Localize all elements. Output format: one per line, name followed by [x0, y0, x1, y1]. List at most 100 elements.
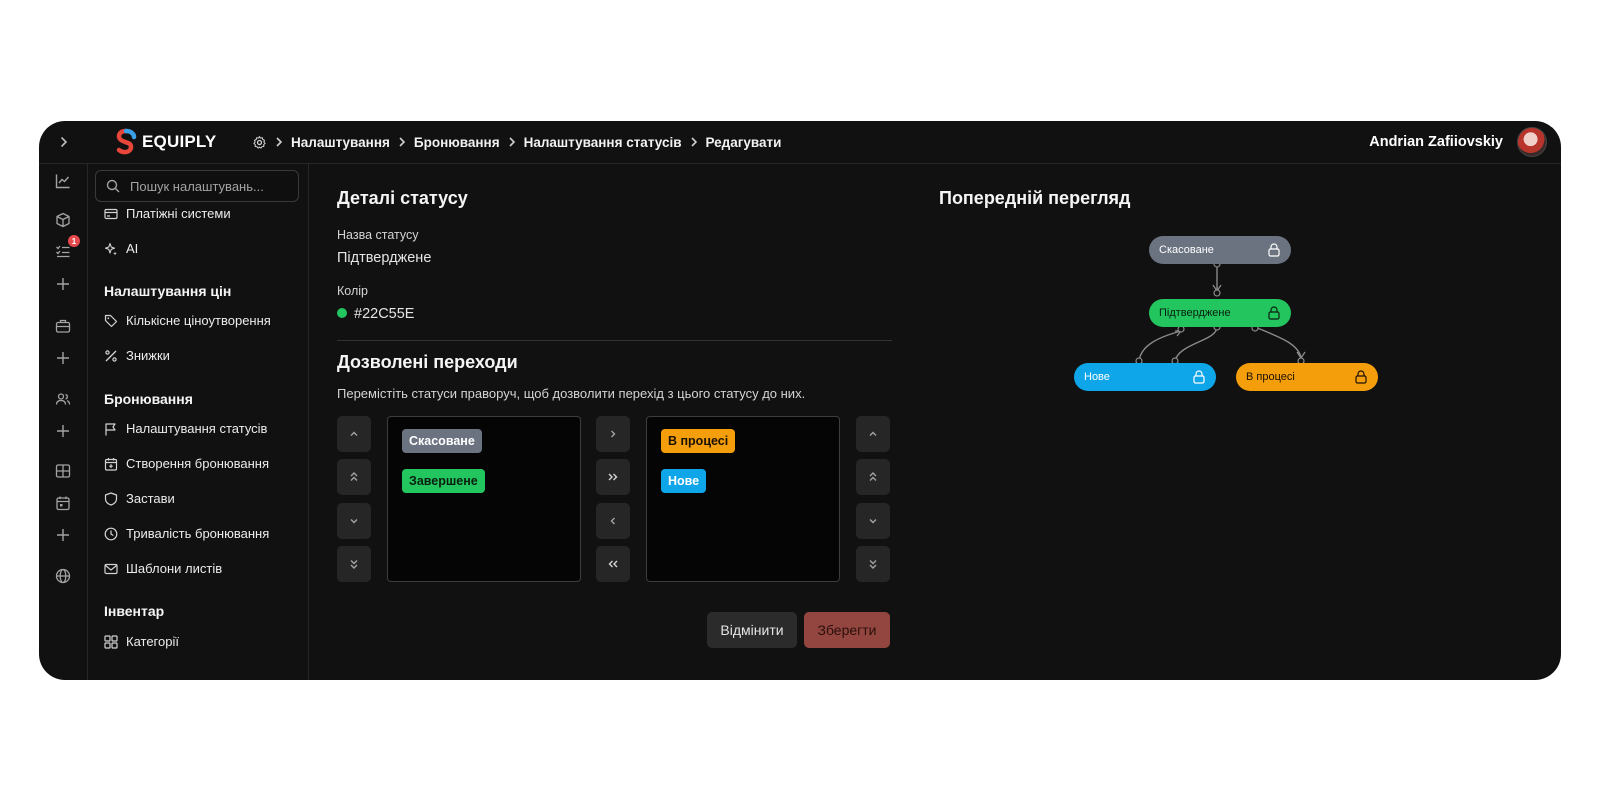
sidebar-group-title: Налаштування цін	[104, 283, 232, 299]
preview-title: Попередній перегляд	[939, 188, 1131, 208]
grid-icon	[104, 634, 118, 649]
plus-icon[interactable]	[52, 273, 74, 295]
sidebar-item-email-templates[interactable]: Шаблони листів	[104, 561, 222, 576]
sidebar-item-label: Знижки	[126, 348, 170, 363]
tasks-icon[interactable]: 1	[52, 235, 80, 262]
expand-sidebar-button[interactable]	[53, 131, 75, 153]
chevrons-right-icon	[608, 473, 618, 481]
sidebar-item-label: Тривалість бронювання	[126, 526, 270, 541]
table-icon[interactable]	[52, 460, 74, 482]
settings-sidebar: Платіжні системи AI Налаштування цін Кіл…	[87, 164, 309, 680]
cancel-button[interactable]: Відмінити	[707, 612, 797, 648]
notification-badge: 1	[68, 235, 80, 247]
breadcrumb-item[interactable]: Налаштування статусів	[524, 135, 682, 150]
gear-icon[interactable]	[252, 135, 267, 150]
chevrons-down-icon	[350, 560, 358, 569]
chevron-right-icon	[690, 136, 698, 148]
chevron-up-icon	[869, 431, 877, 436]
app-window: EQUIPLY Налаштування Бронювання Налаштув…	[39, 121, 1561, 680]
sidebar-item-label: Платіжні системи	[126, 206, 231, 221]
avatar[interactable]	[1517, 127, 1547, 157]
sidebar-item-payment-systems[interactable]: Платіжні системи	[104, 206, 231, 221]
sidebar-item-categories[interactable]: Категорії	[104, 634, 179, 649]
box-icon[interactable]	[52, 209, 74, 231]
percent-icon	[105, 349, 117, 362]
move-right-button[interactable]	[596, 416, 630, 452]
globe-icon[interactable]	[52, 565, 74, 587]
credit-card-icon	[104, 208, 118, 219]
available-statuses-list[interactable]: Скасоване Завершене	[387, 416, 581, 582]
details-title: Деталі статусу	[337, 188, 468, 208]
preview-node: В процесі	[1236, 363, 1378, 391]
chevron-left-icon	[610, 517, 615, 525]
allowed-statuses-list[interactable]: В процесі Нове	[646, 416, 840, 582]
preview-node: Скасоване	[1149, 236, 1291, 264]
user-menu[interactable]: Andrian Zafiiovskiy	[1369, 127, 1547, 157]
breadcrumb-item[interactable]: Налаштування	[291, 135, 390, 150]
transitions-title: Дозволені переходи	[337, 352, 518, 372]
chevrons-down-icon	[869, 560, 877, 569]
move-up-button[interactable]	[856, 416, 890, 452]
search-box[interactable]	[95, 170, 299, 202]
sidebar-item-label: Категорії	[126, 634, 179, 649]
move-left-button[interactable]	[596, 503, 630, 539]
lock-icon	[1193, 370, 1205, 384]
search-input[interactable]	[128, 177, 292, 195]
sidebar-item-quantity-pricing[interactable]: Кількісне ціноутворення	[104, 313, 271, 328]
mail-icon	[104, 563, 118, 574]
breadcrumb-item[interactable]: Бронювання	[414, 135, 500, 150]
move-up-button[interactable]	[337, 416, 371, 452]
flag-icon	[105, 422, 116, 435]
status-chip[interactable]: Скасоване	[402, 429, 482, 453]
status-chip[interactable]: Завершене	[402, 469, 485, 493]
sidebar-item-label: Шаблони листів	[126, 561, 223, 576]
search-icon	[106, 179, 120, 193]
sidebar-item-ai[interactable]: AI	[104, 241, 138, 256]
sidebar-item-status-settings[interactable]: Налаштування статусів	[104, 421, 267, 436]
sidebar-item-create-booking[interactable]: Створення бронювання	[104, 456, 269, 471]
briefcase-icon[interactable]	[52, 315, 74, 337]
color-value: #22C55E	[337, 306, 414, 322]
move-bottom-button[interactable]	[856, 546, 890, 582]
breadcrumb-current: Редагувати	[705, 134, 782, 150]
plus-icon[interactable]	[52, 524, 74, 546]
plus-icon[interactable]	[52, 420, 74, 442]
icon-rail: 1	[39, 164, 88, 680]
sidebar-item-label: Створення бронювання	[126, 456, 270, 471]
chevron-right-icon	[611, 430, 616, 438]
move-top-button[interactable]	[856, 459, 890, 495]
chevron-right-icon	[61, 137, 68, 147]
sidebar-group-title: Бронювання	[104, 391, 193, 407]
sidebar-item-booking-duration[interactable]: Тривалість бронювання	[104, 526, 269, 541]
status-chip[interactable]: Нове	[661, 469, 707, 493]
move-down-button[interactable]	[856, 503, 890, 539]
logo[interactable]: EQUIPLY	[113, 128, 216, 155]
color-swatch	[337, 308, 347, 319]
chevron-right-icon	[398, 136, 406, 148]
chevrons-left-icon	[608, 560, 618, 568]
lock-icon	[1355, 370, 1367, 384]
sidebar-item-label: Кількісне ціноутворення	[126, 313, 271, 328]
status-name-label: Назва статусу	[337, 228, 419, 242]
sidebar-item-discounts[interactable]: Знижки	[104, 348, 170, 363]
plus-icon[interactable]	[52, 347, 74, 369]
chevrons-up-icon	[350, 472, 358, 481]
preview-node-label: Нове	[1084, 371, 1110, 383]
users-icon[interactable]	[52, 388, 74, 410]
status-chip[interactable]: В процесі	[661, 429, 736, 453]
transitions-description: Перемістіть статуси праворуч, щоб дозвол…	[337, 386, 806, 401]
breadcrumb: Налаштування Бронювання Налаштування ста…	[252, 121, 781, 163]
save-button[interactable]: Зберегти	[804, 612, 890, 648]
move-top-button[interactable]	[337, 459, 371, 495]
sidebar-item-deposits[interactable]: Застави	[104, 491, 175, 506]
main-content: Деталі статусу Назва статусу Підтверджен…	[309, 164, 1561, 680]
move-down-button[interactable]	[337, 503, 371, 539]
preview-node: Нове	[1074, 363, 1216, 391]
analytics-icon[interactable]	[52, 170, 74, 192]
calendar-icon[interactable]	[52, 492, 74, 514]
move-all-right-button[interactable]	[596, 459, 630, 495]
move-bottom-button[interactable]	[337, 546, 371, 582]
clock-icon	[104, 527, 118, 540]
move-all-left-button[interactable]	[596, 546, 630, 582]
preview-node-label: Підтверджене	[1159, 307, 1231, 319]
